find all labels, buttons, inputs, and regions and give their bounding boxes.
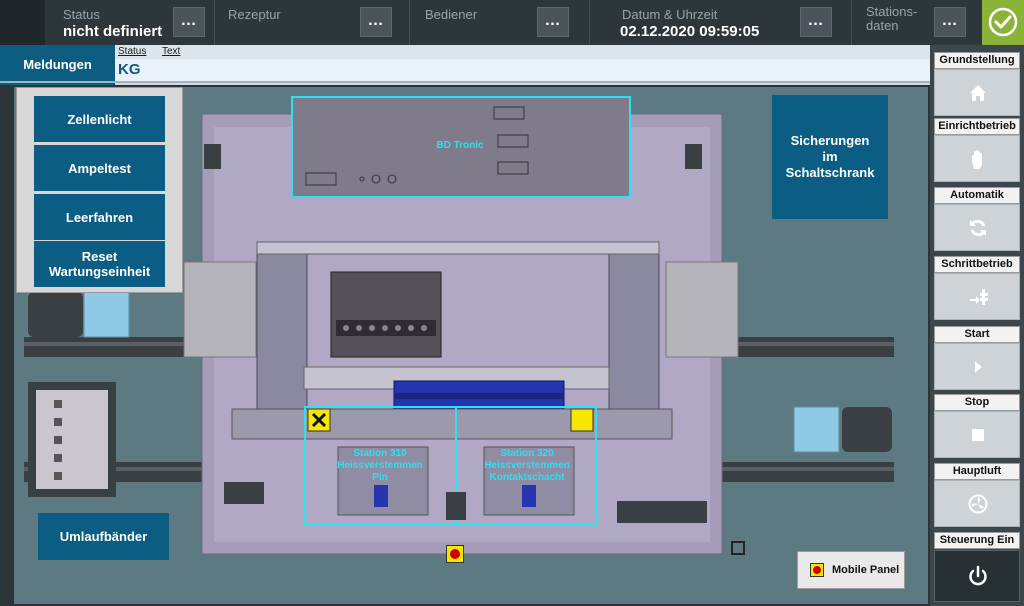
ampeltest-button[interactable]: Ampeltest	[34, 145, 165, 191]
bd-tronic-label[interactable]: BD Tronic	[420, 140, 500, 152]
bediener-label: Bediener	[425, 7, 478, 22]
leerfahren-button[interactable]: Leerfahren	[34, 194, 165, 240]
grundstellung-label: Grundstellung	[934, 52, 1020, 69]
status-segment: Status nicht definiert …	[45, 0, 215, 45]
stations-segment: Stations- daten …	[852, 0, 982, 45]
mobile-panel-label: Mobile Panel	[832, 564, 900, 576]
power-icon	[969, 565, 987, 586]
column-status[interactable]: Status	[118, 46, 146, 57]
function-popup: Zellenlicht Ampeltest Leerfahren Reset W…	[16, 87, 183, 293]
rezeptur-label: Rezeptur	[228, 7, 281, 22]
datetime-label: Datum & Uhrzeit	[622, 7, 718, 22]
zellenlicht-button[interactable]: Zellenlicht	[34, 96, 165, 142]
play-icon	[975, 361, 982, 373]
automatik-button[interactable]	[934, 204, 1020, 251]
stations-more-button[interactable]: …	[934, 7, 966, 37]
grundstellung-button[interactable]	[934, 69, 1020, 116]
message-row[interactable]: KG	[115, 59, 930, 81]
steuerung-ein-label: Steuerung Ein	[934, 532, 1020, 549]
stop-button[interactable]	[934, 411, 1020, 458]
status-value: nicht definiert	[63, 23, 163, 40]
rezeptur-segment: Rezeptur …	[215, 0, 410, 45]
status-more-button[interactable]: …	[173, 7, 205, 37]
station-320-label[interactable]: Station 320 Heissverstemmen Kontaktschac…	[460, 448, 594, 484]
message-bar: Meldungen Status Text KG	[0, 45, 930, 85]
step-icon	[970, 289, 988, 305]
einrichtbetrieb-label: Einrichtbetrieb	[934, 118, 1020, 135]
fan-icon	[968, 494, 988, 514]
hmi-screen: Status nicht definiert … Rezeptur … Bedi…	[0, 0, 1024, 606]
umlaufbaender-button[interactable]: Umlaufbänder	[38, 513, 169, 560]
schrittbetrieb-label: Schrittbetrieb	[934, 256, 1020, 273]
message-code: KG	[118, 61, 141, 78]
station-310-label[interactable]: Station 310 Heissverstemmen Pin	[310, 448, 450, 484]
steuerung-ein-button[interactable]	[934, 550, 1020, 602]
bediener-segment: Bediener …	[410, 0, 590, 45]
rezeptur-more-button[interactable]: …	[360, 7, 392, 37]
top-bar: Status nicht definiert … Rezeptur … Bedi…	[0, 0, 1024, 45]
confirm-button[interactable]	[982, 0, 1024, 45]
status-label: Status	[63, 7, 100, 22]
automatik-label: Automatik	[934, 187, 1020, 204]
datetime-segment: Datum & Uhrzeit 02.12.2020 09:59:05 …	[590, 0, 852, 45]
bediener-more-button[interactable]: …	[537, 7, 569, 37]
emergency-stop-indicator	[446, 545, 464, 563]
stop-icon	[972, 429, 984, 441]
sicherungen-button[interactable]: Sicherungen im Schaltschrank	[772, 95, 888, 219]
messages-tab[interactable]: Meldungen	[0, 45, 115, 85]
refresh-icon	[970, 219, 986, 237]
datetime-more-button[interactable]: …	[800, 7, 832, 37]
hauptluft-label: Hauptluft	[934, 463, 1020, 480]
home-icon	[970, 85, 986, 101]
hauptluft-button[interactable]	[934, 480, 1020, 527]
mobile-panel-indicator[interactable]: Mobile Panel	[797, 551, 905, 589]
emergency-stop-icon	[810, 563, 824, 577]
logo-area	[0, 0, 45, 45]
datetime-value: 02.12.2020 09:59:05	[620, 23, 760, 40]
check-icon	[988, 7, 1018, 37]
start-button[interactable]	[934, 343, 1020, 390]
stop-label: Stop	[934, 394, 1020, 411]
einrichtbetrieb-button[interactable]	[934, 135, 1020, 182]
start-label: Start	[934, 326, 1020, 343]
stations-label: Stations- daten	[866, 4, 918, 33]
schrittbetrieb-button[interactable]	[934, 273, 1020, 320]
message-divider	[0, 81, 930, 83]
reset-wartungseinheit-button[interactable]: Reset Wartungseinheit	[34, 241, 165, 287]
hand-icon	[972, 150, 982, 169]
message-header: Status Text	[115, 45, 930, 59]
mode-panel: Grundstellung Einrichtbetrieb Automatik …	[930, 45, 1024, 606]
column-text[interactable]: Text	[162, 46, 180, 57]
